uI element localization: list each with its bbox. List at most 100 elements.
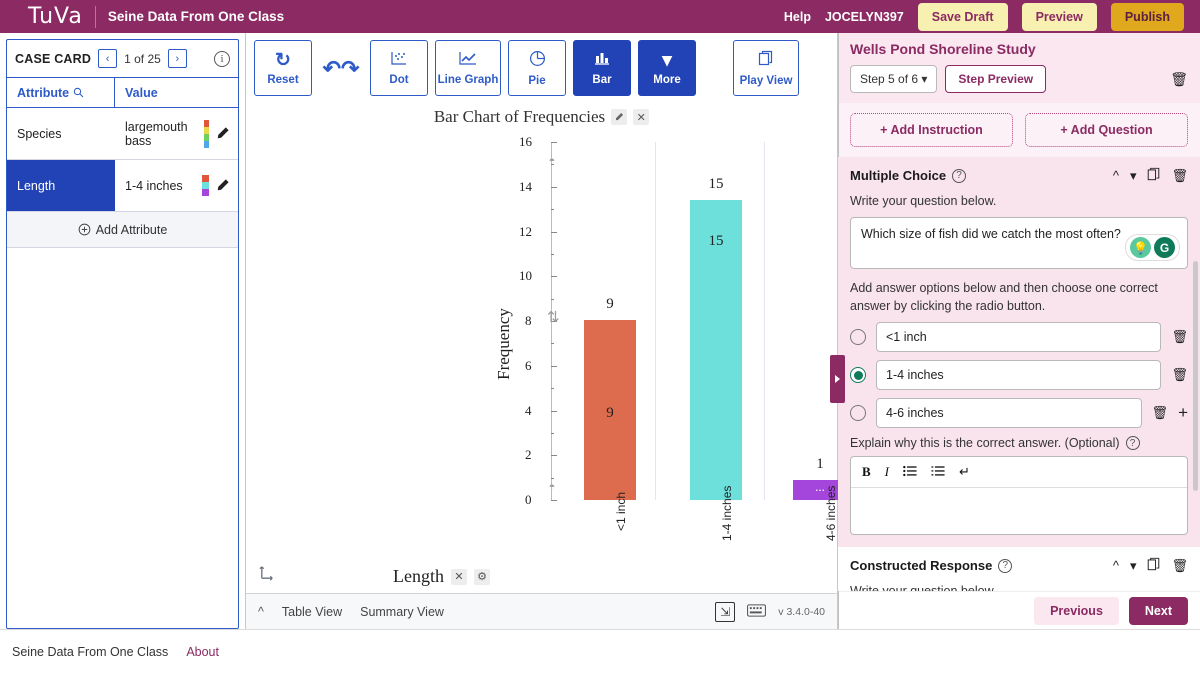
add-instruction-button[interactable]: + Add Instruction xyxy=(850,113,1013,147)
delete-option-icon[interactable]: 🗑 xyxy=(1171,367,1188,383)
table-row[interactable]: Length 1-4 inches xyxy=(7,160,238,212)
tuva-logo[interactable]: TuVa xyxy=(10,4,95,29)
y-axis-upper-handle[interactable]: ◓ xyxy=(547,156,557,167)
delete-option-icon[interactable]: 🗑 xyxy=(1152,405,1169,421)
editor-toolbar: B I ↵ xyxy=(851,457,1187,489)
line-graph-button[interactable]: Line Graph xyxy=(435,40,501,96)
bar-0[interactable]: 9 9 xyxy=(584,296,636,500)
explanation-editor[interactable]: B I ↵ xyxy=(850,456,1188,536)
table-view-tab[interactable]: Table View xyxy=(282,605,342,619)
bar-1[interactable]: 15 15 xyxy=(690,176,742,500)
lightbulb-icon[interactable]: 💡 xyxy=(1130,237,1151,259)
dot-plot-label: Dot xyxy=(389,74,409,86)
dot-plot-button[interactable]: Dot xyxy=(370,40,428,96)
keyboard-icon[interactable] xyxy=(747,603,767,620)
gear-icon[interactable]: ⚙ xyxy=(474,568,490,585)
reset-label: Reset xyxy=(267,73,299,86)
chevron-down-icon: ▾ xyxy=(662,49,672,71)
axis-swap-icon[interactable] xyxy=(258,563,277,587)
move-up-icon[interactable]: ^ xyxy=(1113,558,1119,573)
chart-canvas[interactable]: Bar Chart of Frequencies ✕ Frequency 16 … xyxy=(246,102,959,593)
save-draft-button[interactable]: Save Draft xyxy=(917,2,1008,31)
option-input[interactable]: <1 inch xyxy=(876,322,1162,353)
bar-chart-button[interactable]: Bar xyxy=(573,40,631,96)
y-axis-scale-handle[interactable]: ⇅ xyxy=(547,310,560,325)
next-button[interactable]: Next xyxy=(1128,596,1188,625)
copy-stack-icon xyxy=(758,50,774,71)
step-select[interactable]: Step 5 of 6 ▾ xyxy=(850,65,938,93)
question-mark-icon[interactable]: ? xyxy=(998,558,1013,573)
y-axis-line: 16 14 12 10 8 6 4 2 0 ◓ ⇅ ◓ xyxy=(519,134,560,507)
question-mark-icon[interactable]: ? xyxy=(952,168,967,183)
step-preview-button[interactable]: Step Preview xyxy=(945,65,1047,93)
app-footer: Seine Data From One Class About xyxy=(0,629,1200,674)
summary-view-tab[interactable]: Summary View xyxy=(360,605,444,619)
pencil-icon[interactable] xyxy=(611,109,628,125)
add-option-icon[interactable]: + xyxy=(1178,403,1188,423)
grammarly-icon[interactable]: G xyxy=(1154,237,1175,259)
numbered-list-icon[interactable] xyxy=(931,465,945,480)
play-view-button[interactable]: Play View xyxy=(733,40,799,96)
panel-collapse-handle[interactable] xyxy=(830,355,845,403)
reset-button[interactable]: ↻ Reset xyxy=(254,40,312,96)
bar-chart-icon xyxy=(593,50,611,70)
add-attribute-button[interactable]: Add Attribute xyxy=(7,212,238,248)
italic-button[interactable]: I xyxy=(885,464,889,480)
y-axis-lower-handle[interactable]: ◓ xyxy=(547,482,557,493)
panel-scroll-area[interactable]: Multiple Choice ? ^ ▾ 🗑 Write your quest… xyxy=(838,157,1200,591)
x-axis-label-text: Length xyxy=(393,566,444,586)
header-divider xyxy=(94,5,96,28)
pencil-icon[interactable] xyxy=(215,126,230,141)
option-radio[interactable] xyxy=(850,405,866,422)
bulleted-list-icon[interactable] xyxy=(903,465,917,480)
undo-redo-button[interactable]: ↶↷ xyxy=(319,40,363,96)
search-icon[interactable] xyxy=(73,87,84,98)
close-icon[interactable]: ✕ xyxy=(633,109,650,125)
question-mark-icon[interactable]: ? xyxy=(1125,436,1140,451)
bold-button[interactable]: B xyxy=(862,464,871,480)
line-break-icon[interactable]: ↵ xyxy=(959,464,970,480)
pencil-icon[interactable] xyxy=(215,178,230,193)
x-tick-label: 1-4 inches xyxy=(720,485,734,541)
option-input[interactable]: 1-4 inches xyxy=(876,360,1162,391)
move-down-icon[interactable]: ▾ xyxy=(1130,558,1137,574)
more-button[interactable]: ▾ More xyxy=(638,40,696,96)
option-radio[interactable] xyxy=(850,329,866,346)
panel-scrollbar[interactable] xyxy=(1193,261,1198,491)
table-row[interactable]: Species largemouth bass xyxy=(7,108,238,160)
category-divider xyxy=(764,142,765,500)
copy-icon[interactable] xyxy=(1147,557,1160,574)
publish-button[interactable]: Publish xyxy=(1110,2,1184,31)
delete-option-icon[interactable]: 🗑 xyxy=(1171,329,1188,345)
add-question-button[interactable]: + Add Question xyxy=(1025,113,1188,147)
trash-icon[interactable]: 🗑 xyxy=(1171,168,1188,184)
question-input[interactable]: Which size of fish did we catch the most… xyxy=(850,217,1188,270)
chevron-up-icon[interactable]: ^ xyxy=(258,605,264,619)
y-tick-label: 6 xyxy=(525,357,532,373)
user-menu[interactable]: JOCELYN397 xyxy=(825,10,904,24)
move-up-icon[interactable]: ^ xyxy=(1113,168,1119,183)
bar-in-label: 15 xyxy=(708,233,724,249)
move-down-icon[interactable]: ▾ xyxy=(1130,168,1137,184)
option-input[interactable]: 4-6 inches xyxy=(876,398,1142,429)
attribute-value: 1-4 inches xyxy=(125,178,183,193)
copy-icon[interactable] xyxy=(1147,167,1160,184)
preview-button[interactable]: Preview xyxy=(1021,2,1097,31)
previous-button[interactable]: Previous xyxy=(1034,596,1119,625)
delete-step-icon[interactable]: 🗑 xyxy=(1170,71,1188,88)
multiple-choice-title: Multiple Choice xyxy=(850,168,947,183)
about-link[interactable]: About xyxy=(186,645,219,659)
case-next-button[interactable]: › xyxy=(167,49,187,68)
option-radio[interactable] xyxy=(850,367,866,384)
value-column-header: Value xyxy=(125,85,158,100)
close-icon[interactable]: ✕ xyxy=(451,568,467,585)
play-view-label: Play View xyxy=(739,74,793,87)
case-prev-button[interactable]: ‹ xyxy=(98,49,118,68)
help-link[interactable]: Help xyxy=(784,10,811,24)
trash-icon[interactable]: 🗑 xyxy=(1171,558,1188,574)
info-icon[interactable]: i xyxy=(214,50,230,67)
chart-title-text: Bar Chart of Frequencies xyxy=(433,107,606,126)
pie-chart-button[interactable]: Pie xyxy=(508,40,566,96)
expand-icon[interactable]: ⇲ xyxy=(715,601,736,622)
explanation-textarea[interactable] xyxy=(851,488,1187,534)
